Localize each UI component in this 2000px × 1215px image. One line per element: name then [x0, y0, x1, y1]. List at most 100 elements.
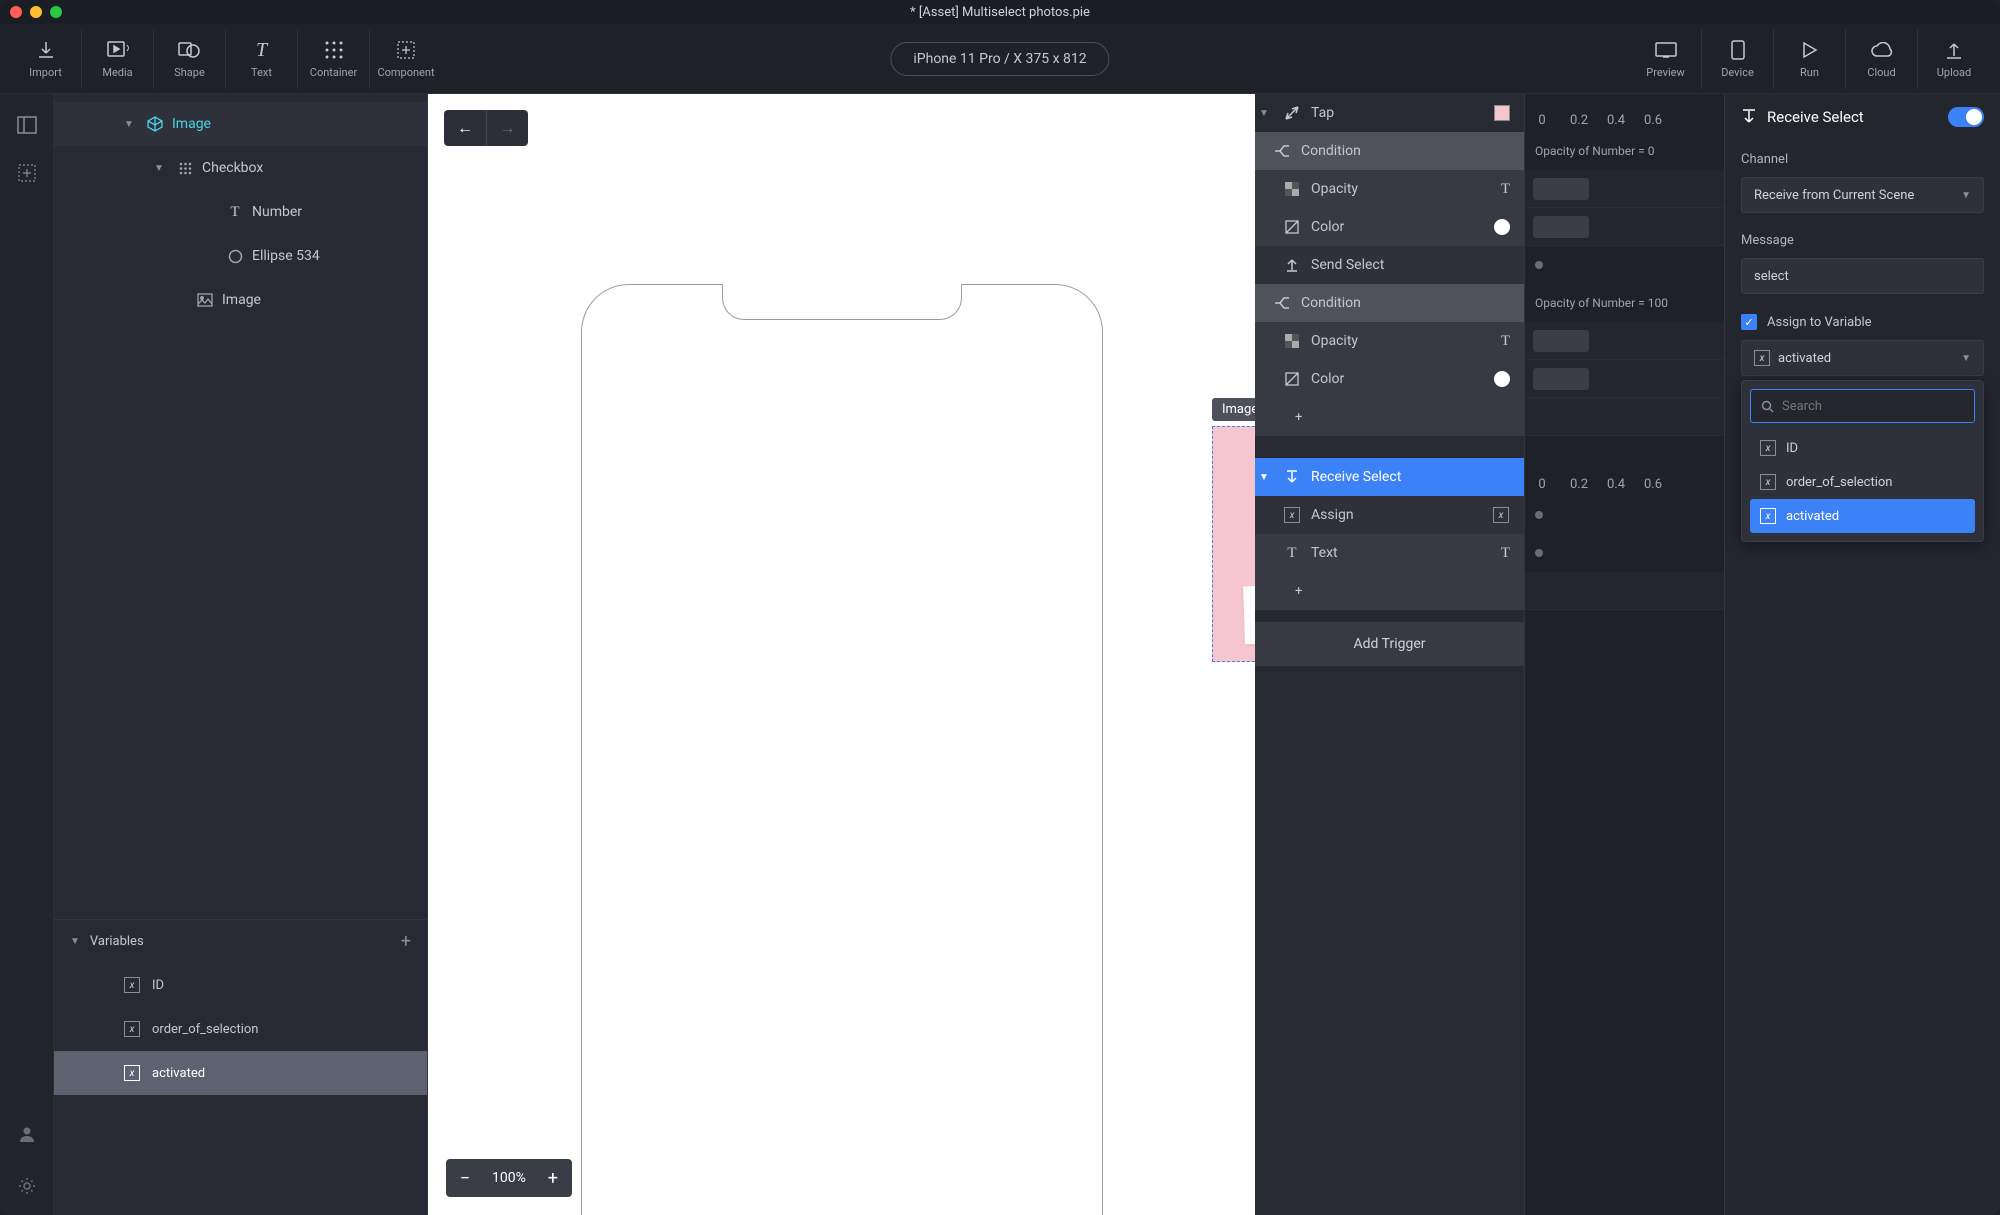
- assign-to-variable-label: Assign to Variable: [1767, 315, 1872, 330]
- message-input[interactable]: select: [1741, 258, 1984, 294]
- selection-outline: [1212, 426, 1255, 662]
- layers-panel: ▼Image▼CheckboxTNumberEllipse 534Image ▼…: [54, 94, 428, 1215]
- window-minimize[interactable]: [30, 6, 42, 18]
- timeline-ruler-2: 00.20.40.6: [1525, 458, 1724, 496]
- layer-icon: [146, 116, 164, 132]
- zoom-in-button[interactable]: +: [534, 1159, 572, 1197]
- rail-panels-icon[interactable]: [17, 116, 37, 134]
- window-title: * [Asset] Multiselect photos.pie: [910, 5, 1090, 20]
- device-button[interactable]: Device: [1702, 29, 1774, 89]
- component-button[interactable]: Component: [370, 29, 442, 89]
- upload-icon: [1944, 38, 1964, 62]
- dropdown-search-input[interactable]: [1782, 399, 1964, 414]
- search-icon: [1761, 400, 1774, 413]
- channel-label: Channel: [1741, 152, 1984, 167]
- receive-icon: [1283, 470, 1301, 484]
- add-response-2[interactable]: +: [1255, 572, 1524, 610]
- variable-select[interactable]: xactivated ▼: [1741, 340, 1984, 376]
- text-row[interactable]: T Text T: [1255, 534, 1524, 572]
- color-icon: [1283, 220, 1301, 234]
- run-button[interactable]: Run: [1774, 29, 1846, 89]
- dropdown-item[interactable]: xID: [1750, 431, 1975, 465]
- cloud-button[interactable]: Cloud: [1846, 29, 1918, 89]
- trigger-receive-select[interactable]: ▼ Receive Select: [1255, 458, 1524, 496]
- variable-row[interactable]: xorder_of_selection: [54, 1007, 427, 1051]
- add-response-1[interactable]: +: [1255, 398, 1524, 436]
- preview-button[interactable]: Preview: [1630, 29, 1702, 89]
- layer-row[interactable]: ▼Checkbox: [54, 146, 427, 190]
- send-select-row[interactable]: Send Select: [1255, 246, 1524, 284]
- inspector-panel: Receive Select Channel Receive from Curr…: [1725, 94, 2000, 1215]
- window-close[interactable]: [10, 6, 22, 18]
- device-frame: [581, 284, 1103, 1215]
- color-row-2[interactable]: Color: [1255, 360, 1524, 398]
- opacity-row-2[interactable]: Opacity T: [1255, 322, 1524, 360]
- condition-icon: [1273, 144, 1291, 158]
- tap-swatch[interactable]: [1494, 105, 1510, 121]
- shape-button[interactable]: Shape: [154, 29, 226, 89]
- opacity-row-1[interactable]: Opacity T: [1255, 170, 1524, 208]
- variable-icon: x: [124, 1021, 140, 1037]
- timeline-keyframe[interactable]: [1525, 496, 1724, 534]
- text-type-icon: T: [1501, 545, 1510, 562]
- container-button[interactable]: Container: [298, 29, 370, 89]
- send-icon: [1283, 258, 1301, 272]
- layer-icon: [196, 293, 214, 307]
- canvas[interactable]: ← → Image PANTONE 691 − 100% +: [428, 94, 1255, 1215]
- condition-row-2[interactable]: Condition: [1255, 284, 1524, 322]
- layer-label: Number: [252, 204, 302, 220]
- text-button[interactable]: T Text: [226, 29, 298, 89]
- preview-icon: [1655, 38, 1677, 62]
- condition-row-1[interactable]: Condition: [1255, 132, 1524, 170]
- device-selector[interactable]: iPhone 11 Pro / X 375 x 812: [890, 42, 1109, 76]
- color-swatch[interactable]: [1494, 371, 1510, 387]
- timeline-keyframe[interactable]: [1525, 246, 1724, 284]
- inspector-title: Receive Select: [1767, 108, 1938, 126]
- nav-back-button[interactable]: ←: [444, 110, 486, 146]
- chevron-down-icon: ▼: [1961, 190, 1971, 201]
- chevron-down-icon: ▼: [1259, 108, 1273, 119]
- chevron-down-icon: ▼: [70, 936, 80, 947]
- color-row-1[interactable]: Color: [1255, 208, 1524, 246]
- add-variable-button[interactable]: +: [401, 931, 411, 952]
- layer-row[interactable]: ▼Image: [54, 102, 427, 146]
- variable-row[interactable]: xID: [54, 963, 427, 1007]
- titlebar: * [Asset] Multiselect photos.pie: [0, 0, 2000, 24]
- timeline-keyframe[interactable]: [1525, 534, 1724, 572]
- dropdown-item[interactable]: x activated: [1750, 499, 1975, 533]
- cloud-icon: [1870, 38, 1894, 62]
- actions-panel: ▼ Tap Condition Opacity T Color S: [1255, 94, 1525, 1215]
- rail-add-icon[interactable]: [18, 164, 36, 182]
- message-label: Message: [1741, 233, 1984, 248]
- rail-user-icon[interactable]: [18, 1125, 36, 1143]
- import-button[interactable]: Import: [10, 29, 82, 89]
- layer-row[interactable]: Image: [54, 278, 427, 322]
- layer-row[interactable]: TNumber: [54, 190, 427, 234]
- variable-icon: x: [1760, 508, 1776, 524]
- media-button[interactable]: Media: [82, 29, 154, 89]
- receive-icon: [1741, 109, 1757, 125]
- variable-label: ID: [152, 978, 164, 993]
- assign-checkbox[interactable]: ✓: [1741, 314, 1757, 330]
- variable-icon: x: [124, 1065, 140, 1081]
- dropdown-item[interactable]: xorder_of_selection: [1750, 465, 1975, 499]
- window-maximize[interactable]: [50, 6, 62, 18]
- upload-button[interactable]: Upload: [1918, 29, 1990, 89]
- assign-row[interactable]: x Assign x: [1255, 496, 1524, 534]
- add-trigger-button[interactable]: Add Trigger: [1255, 622, 1524, 666]
- trigger-tap[interactable]: ▼ Tap: [1255, 94, 1524, 132]
- text-type-icon: T: [1501, 333, 1510, 350]
- channel-select[interactable]: Receive from Current Scene ▼: [1741, 177, 1984, 213]
- opacity-icon: [1283, 334, 1301, 348]
- variable-row[interactable]: xactivated: [54, 1051, 427, 1095]
- variables-header[interactable]: ▼ Variables +: [54, 919, 427, 963]
- rail-settings-icon[interactable]: [18, 1177, 36, 1195]
- enable-toggle[interactable]: [1948, 107, 1984, 127]
- nav-forward-button[interactable]: →: [486, 110, 528, 146]
- dropdown-item-label: activated: [1786, 509, 1839, 524]
- layer-row[interactable]: Ellipse 534: [54, 234, 427, 278]
- chevron-down-icon: ▼: [1961, 353, 1971, 364]
- zoom-out-button[interactable]: −: [446, 1159, 484, 1197]
- color-swatch[interactable]: [1494, 219, 1510, 235]
- dropdown-search[interactable]: [1750, 389, 1975, 423]
